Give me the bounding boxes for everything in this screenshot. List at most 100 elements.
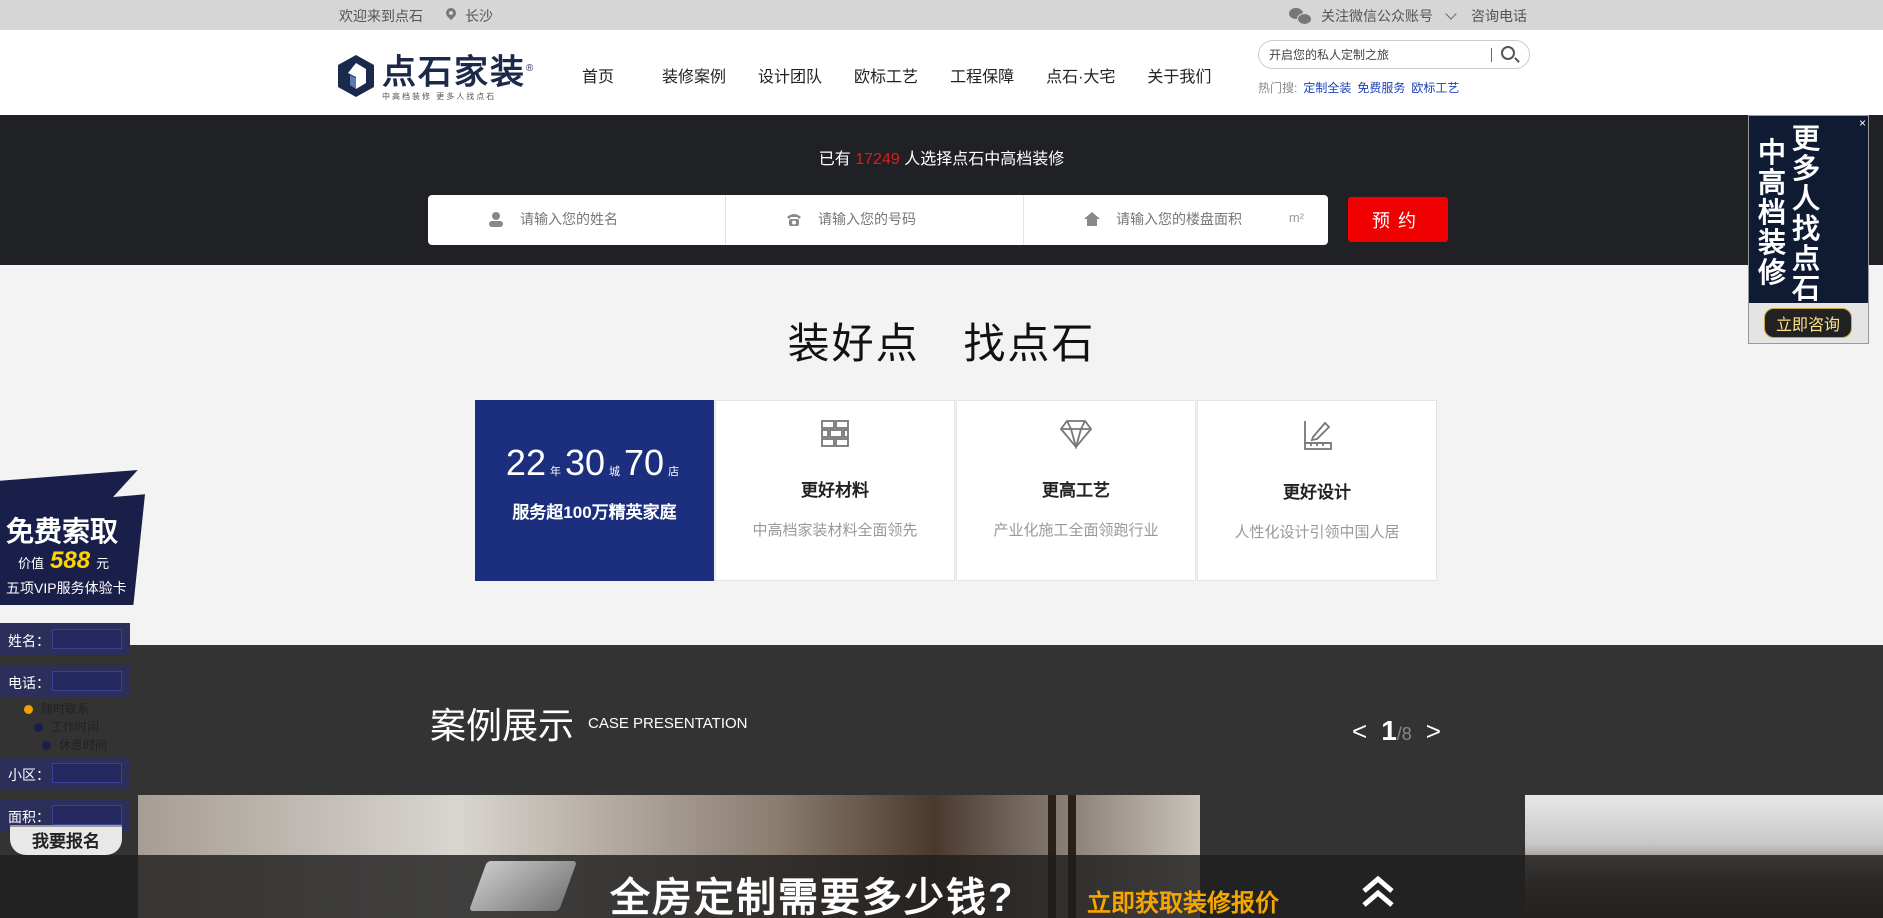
feature-desc: 产业化施工全面领跑行业 (993, 522, 1159, 539)
free-claim-title: 免费索取 (6, 516, 119, 547)
hot-searches: 热门搜: 定制全装 免费服务 欧标工艺 (1258, 79, 1459, 96)
nav-item-euro-craft[interactable]: 欧标工艺 (854, 63, 918, 87)
area-field-wrap: m² (1024, 195, 1322, 245)
site-header: 点石家装® 中高档装修 更多人找点石 首页 装修案例 设计团队 欧标工艺 工程保… (0, 30, 1883, 115)
pager-next-button[interactable]: > (1426, 716, 1441, 747)
search-divider (1491, 48, 1492, 62)
feature-desc: 中高档家装材料全面领先 (752, 522, 918, 539)
stats-numbers: 22 年 30 城 70 店 (475, 442, 714, 484)
lf-option-anytime[interactable]: 随时联系 (24, 700, 89, 717)
nav-item-engineering[interactable]: 工程保障 (950, 63, 1014, 87)
nav-item-cases[interactable]: 装修案例 (662, 63, 726, 87)
logo-name: 点石家装 (382, 53, 526, 92)
count-prefix: 已有 (818, 151, 851, 168)
nav-item-home[interactable]: 首页 (582, 63, 614, 87)
page-slogan: 装好点 找点石 (787, 320, 1096, 367)
lf-estate-label: 小区： (8, 767, 50, 783)
bottom-quote-banner[interactable]: 全房定制需要多少钱? 立即获取装修报价 (0, 855, 1883, 918)
value-unit: 元 (96, 556, 110, 571)
lf-estate-row: 小区： (0, 757, 130, 789)
feature-card-craft[interactable]: 更高工艺 产业化施工全面领跑行业 (956, 400, 1196, 581)
appointment-band: 已有 17249 人选择点石中高档装修 m² 预约 (0, 115, 1883, 265)
house-icon (1084, 212, 1100, 226)
lf-estate-input[interactable] (52, 763, 122, 783)
name-field-wrap (428, 195, 726, 245)
nav-item-design-team[interactable]: 设计团队 (758, 63, 822, 87)
registered-mark: ® (526, 63, 536, 74)
hot-search-link-craft[interactable]: 欧标工艺 (1411, 79, 1459, 96)
lf-phone-input[interactable] (52, 671, 122, 691)
radio-icon (34, 723, 43, 733)
right-float-text: 中高档装修 更多人找点石 (1757, 124, 1821, 304)
radio-icon (42, 741, 51, 751)
name-input[interactable] (520, 211, 700, 227)
stats-served: 服务超100万精英家庭 (512, 503, 677, 522)
wechat-follow-link[interactable]: 关注微信公众账号 (1321, 6, 1433, 26)
signup-button[interactable]: 我要报名 (10, 825, 122, 855)
lf-name-row: 姓名： (0, 623, 130, 655)
nav-item-about[interactable]: 关于我们 (1147, 63, 1211, 87)
value-amount: 588 (50, 547, 91, 574)
chevron-down-icon[interactable] (1445, 8, 1457, 20)
appointment-form: m² (428, 195, 1328, 245)
stat-cities-unit: 城 (609, 466, 621, 478)
pager-total: /8 (1396, 724, 1412, 744)
bricks-icon (821, 420, 849, 447)
lf-option-label: 工作时间 (51, 720, 100, 734)
close-icon[interactable]: × (1859, 116, 1866, 130)
location-pin-icon (445, 8, 457, 24)
phone-input[interactable] (818, 211, 998, 227)
lf-option-worktime[interactable]: 工作时间 (34, 718, 99, 735)
lf-option-resttime[interactable]: 休息时间 (42, 736, 107, 753)
feature-desc: 人性化设计引领中国人居 (1234, 524, 1400, 541)
diamond-icon (1059, 420, 1093, 451)
radio-selected-icon (24, 705, 33, 715)
hot-search-link-free[interactable]: 免费服务 (1357, 79, 1405, 96)
area-input[interactable] (1116, 211, 1296, 227)
feature-title: 更好材料 (801, 481, 869, 500)
count-number: 17249 (855, 151, 900, 168)
pager-current: 1 (1381, 715, 1397, 746)
consult-phone-link[interactable]: 咨询电话 (1471, 6, 1527, 26)
logo[interactable]: 点石家装® 中高档装修 更多人找点石 (336, 50, 535, 102)
case-title-cn: 案例展示 (430, 705, 575, 746)
lf-option-label: 休息时间 (59, 738, 108, 752)
case-title: 案例展示 CASE PRESENTATION (430, 697, 748, 749)
lf-area-label: 面积： (8, 809, 50, 825)
right-float-col1: 中高档装修 (1757, 137, 1786, 288)
search-box (1258, 40, 1530, 69)
search-input[interactable] (1269, 46, 1489, 64)
lf-area-input[interactable] (52, 805, 122, 825)
feature-title: 更高工艺 (1042, 481, 1110, 500)
lf-phone-row: 电话： (0, 665, 130, 697)
count-suffix: 人选择点石中高档装修 (904, 151, 1065, 168)
lf-option-label: 随时联系 (41, 702, 90, 716)
design-ruler-icon (1304, 421, 1332, 450)
stat-stores-unit: 店 (668, 466, 680, 478)
case-title-en: CASE PRESENTATION (588, 714, 748, 732)
nav-item-mansion[interactable]: 点石·大宅 (1046, 63, 1115, 87)
stat-cities: 30 (564, 442, 606, 483)
phone-field-wrap (726, 195, 1024, 245)
book-button[interactable]: 预约 (1348, 197, 1448, 242)
wechat-icon (1289, 8, 1312, 25)
lf-phone-label: 电话： (8, 675, 50, 691)
banner-cta[interactable]: 立即获取装修报价 (1087, 883, 1279, 918)
lf-name-input[interactable] (52, 629, 122, 649)
feature-title: 更好设计 (1283, 483, 1351, 502)
value-prefix: 价值 (18, 556, 45, 571)
vip-card-text: 五项VIP服务体验卡 (6, 580, 127, 596)
logo-cube-icon (338, 55, 374, 98)
hot-search-link-custom[interactable]: 定制全装 (1303, 79, 1351, 96)
pager-prev-button[interactable]: < (1352, 716, 1367, 747)
value-line: 价值 588 元 (18, 547, 109, 575)
house-model-image (468, 861, 578, 911)
top-bar: 欢迎来到点石 长沙 关注微信公众账号 咨询电话 (0, 0, 1883, 30)
logo-slogan: 中高档装修 更多人找点石 (382, 92, 497, 102)
city-selector[interactable]: 长沙 (465, 6, 493, 26)
feature-card-design[interactable]: 更好设计 人性化设计引领中国人居 (1197, 400, 1437, 581)
search-icon[interactable] (1501, 46, 1515, 60)
feature-card-materials[interactable]: 更好材料 中高档家装材料全面领先 (715, 400, 955, 581)
left-float-form: 免费索取 价值 588 元 五项VIP服务体验卡 姓名： 电话： 随时联系 工作时间… (0, 470, 145, 860)
double-chevron-up-icon[interactable] (1360, 873, 1396, 909)
